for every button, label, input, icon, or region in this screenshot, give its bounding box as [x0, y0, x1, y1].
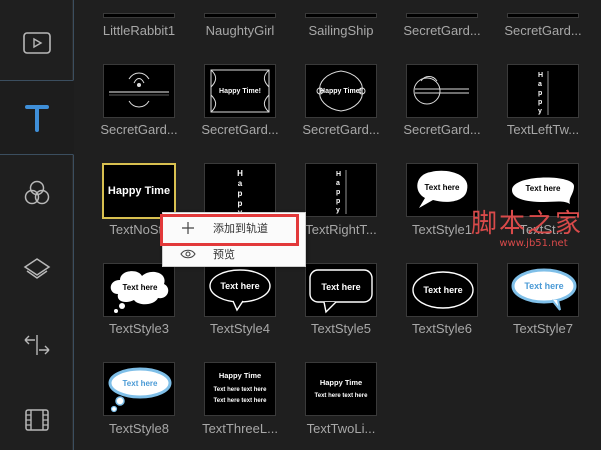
template-thumb-secretgarden[interactable] [103, 64, 175, 118]
svg-text:Text here text here: Text here text here [214, 398, 268, 404]
template-label: TextStyle3 [109, 321, 169, 336]
svg-text:y: y [336, 207, 340, 214]
svg-text:Text here text here: Text here text here [214, 387, 268, 393]
filters-icon [22, 179, 52, 207]
template-label: SecretGard... [302, 122, 380, 137]
svg-text:Text here: Text here [220, 281, 259, 291]
template-label: TextTwoLi... [306, 421, 376, 436]
svg-text:p: p [238, 199, 243, 208]
template-label: TextStyle5 [311, 321, 371, 336]
template-label: SailingShip [308, 23, 374, 38]
svg-text:H: H [237, 169, 243, 178]
template-thumb[interactable] [406, 13, 478, 18]
svg-text:Text here text here: Text here text here [315, 393, 369, 399]
template-label: SecretGard... [100, 122, 178, 137]
media-icon [22, 31, 52, 55]
template-label: NaughtyGirl [205, 23, 275, 38]
template-thumb-textlefttwo[interactable]: Happy [507, 64, 579, 118]
svg-text:H: H [336, 171, 341, 178]
template-label: TextStyle8 [109, 421, 169, 436]
template-label: TextStyle7 [513, 321, 573, 336]
template-label: TextLeftTw... [506, 122, 580, 137]
template-thumb[interactable] [305, 13, 377, 18]
template-thumb-textstyle4[interactable]: Text here [204, 263, 276, 317]
film-icon [23, 407, 51, 433]
template-label: LittleRabbit1 [102, 23, 176, 38]
template-label: SecretGard... [403, 122, 481, 137]
template-thumb-textstyle1[interactable]: Text here [406, 163, 478, 217]
template-thumb-secretgarden[interactable] [406, 64, 478, 118]
overlays-tab[interactable] [0, 245, 73, 295]
template-thumb[interactable] [103, 13, 175, 18]
preview-label: 预览 [213, 248, 235, 261]
annotation-highlight-box [160, 214, 299, 246]
svg-text:Text here: Text here [526, 184, 562, 193]
svg-text:a: a [336, 180, 340, 187]
svg-text:Text here: Text here [321, 282, 360, 292]
svg-text:Happy Time: Happy Time [320, 378, 362, 387]
tool-rail [0, 0, 74, 450]
svg-text:p: p [538, 99, 542, 106]
svg-text:p: p [538, 90, 542, 97]
template-label: TextStyle6 [412, 321, 472, 336]
template-thumb-texttwolines[interactable]: Happy Time Text here text here [305, 362, 377, 416]
eye-icon [163, 248, 213, 260]
template-thumb-textstyle3[interactable]: Text here [103, 263, 175, 317]
template-thumb-secretgarden[interactable]: Happy Time! [305, 64, 377, 118]
template-label: TextStyle4 [210, 321, 270, 336]
media-tab[interactable] [0, 18, 73, 68]
svg-text:p: p [238, 189, 243, 198]
template-thumb-textnostyle[interactable]: Happy Time [102, 163, 176, 219]
text-icon [24, 104, 50, 132]
svg-text:y: y [538, 108, 542, 115]
template-thumb-textrightt[interactable]: Happy [305, 163, 377, 217]
svg-text:Text here: Text here [123, 379, 159, 388]
overlays-icon [22, 256, 52, 284]
svg-text:Text here: Text here [423, 285, 462, 295]
filters-tab[interactable] [0, 168, 73, 218]
template-thumb-textthreelines[interactable]: Happy Time Text here text here Text here t… [204, 362, 276, 416]
svg-text:Happy Time!: Happy Time! [320, 88, 362, 95]
svg-text:Text here: Text here [123, 283, 159, 292]
template-label: SecretGard... [504, 23, 582, 38]
svg-text:Text here: Text here [524, 281, 563, 291]
template-thumb[interactable] [204, 13, 276, 18]
film-tab[interactable] [0, 395, 73, 445]
svg-text:Happy Time!: Happy Time! [219, 88, 261, 95]
template-label: TextThreeL... [202, 421, 278, 436]
template-thumb-textstyle6[interactable]: Text here [406, 263, 478, 317]
transitions-tab[interactable] [0, 320, 73, 370]
watermark-title: 脚本之家 [471, 209, 584, 239]
template-thumb[interactable] [507, 13, 579, 18]
thumb-text: Happy Time [107, 185, 171, 197]
text-tab[interactable] [0, 80, 74, 155]
svg-text:a: a [238, 179, 243, 188]
svg-text:H: H [538, 72, 543, 79]
svg-text:Happy Time: Happy Time [219, 371, 261, 380]
svg-text:p: p [336, 189, 340, 196]
svg-text:p: p [336, 198, 340, 205]
svg-text:Text here: Text here [425, 183, 461, 192]
watermark: 脚本之家 www.jb51.net [471, 203, 596, 249]
template-thumb-vertical[interactable]: Happy [204, 163, 276, 217]
template-thumb-textstyle7[interactable]: Text here [507, 263, 579, 317]
template-thumb-secretgarden[interactable]: Happy Time! [204, 64, 276, 118]
transitions-icon [21, 332, 53, 358]
template-thumb-textstyle5[interactable]: Text here [305, 263, 377, 317]
template-label: SecretGard... [403, 23, 481, 38]
template-thumb-textstyle8[interactable]: Text here [103, 362, 175, 416]
svg-text:a: a [538, 81, 542, 88]
template-label: SecretGard... [201, 122, 279, 137]
